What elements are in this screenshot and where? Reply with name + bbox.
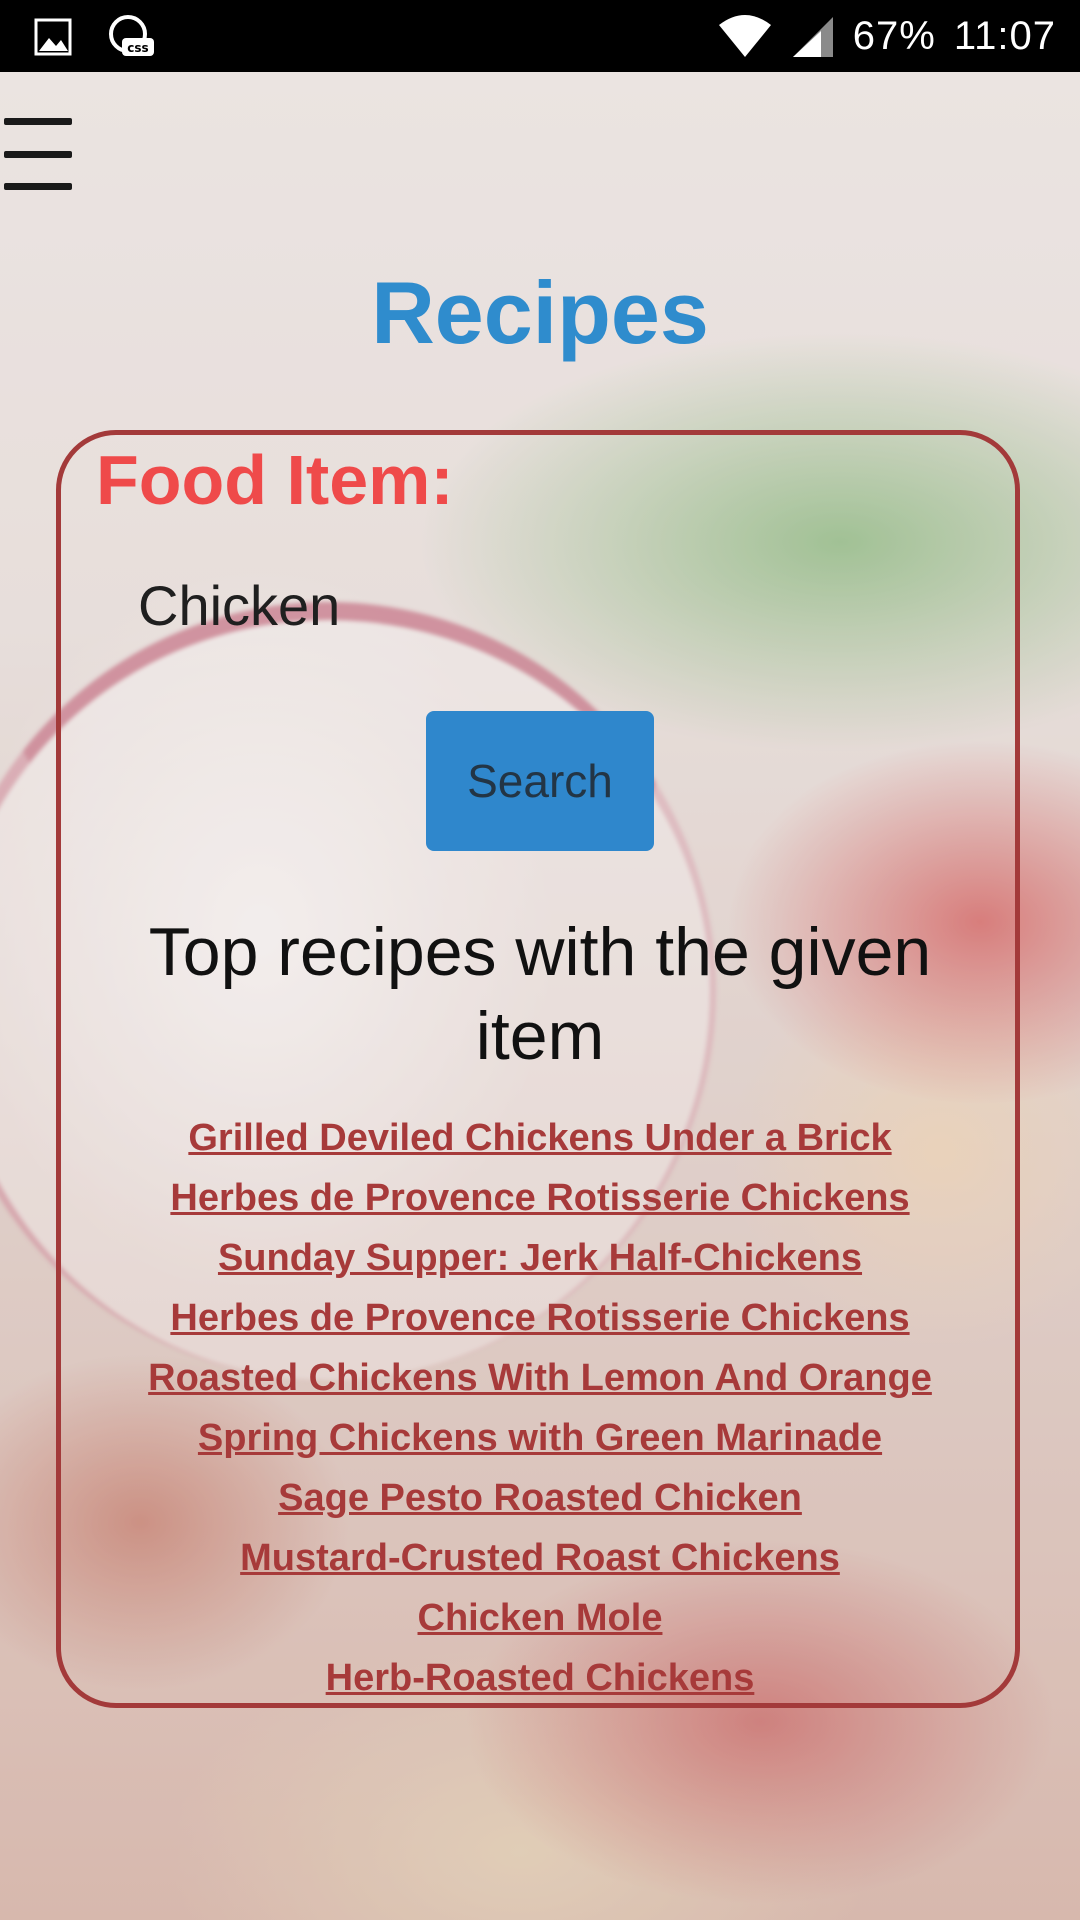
- list-item: Herbes de Provence Rotisserie Chickens: [60, 1288, 1020, 1348]
- recipe-link[interactable]: Roasted Chickens With Lemon And Orange: [148, 1357, 932, 1399]
- food-item-label: Food Item:: [96, 441, 454, 519]
- wifi-icon: [718, 15, 771, 57]
- list-item: Sage Pesto Roasted Chicken: [60, 1468, 1020, 1528]
- recipe-link[interactable]: Herbes de Provence Rotisserie Chickens: [170, 1177, 909, 1219]
- recipe-list: Grilled Deviled Chickens Under a Brick H…: [60, 1108, 1020, 1708]
- recipe-link[interactable]: Herbes de Provence Rotisserie Chickens: [170, 1297, 909, 1339]
- list-item: Grilled Deviled Chickens Under a Brick: [60, 1108, 1020, 1168]
- recipe-link[interactable]: Chicken Mole: [418, 1597, 663, 1639]
- list-item: Sunday Supper: Jerk Half-Chickens: [60, 1228, 1020, 1288]
- list-item: Herb-Roasted Chickens: [60, 1648, 1020, 1708]
- list-item: Herbes de Provence Rotisserie Chickens: [60, 1168, 1020, 1228]
- results-heading: Top recipes with the given item: [148, 914, 932, 1074]
- recipe-link[interactable]: Spring Chickens with Green Marinade: [198, 1417, 882, 1459]
- svg-text:css: css: [127, 41, 148, 55]
- recipe-link[interactable]: Sage Pesto Roasted Chicken: [278, 1477, 802, 1519]
- recipe-link[interactable]: Grilled Deviled Chickens Under a Brick: [188, 1117, 891, 1159]
- clock: 11:07: [953, 13, 1056, 58]
- page-title: Recipes: [371, 263, 709, 362]
- image-icon: [34, 18, 72, 56]
- list-item: Chicken Mole: [60, 1588, 1020, 1648]
- recipe-link[interactable]: Sunday Supper: Jerk Half-Chickens: [218, 1237, 862, 1279]
- status-bar: css 67% 11:07: [0, 0, 1080, 72]
- signal-icon: [792, 17, 833, 57]
- recipe-link[interactable]: Mustard-Crusted Roast Chickens: [240, 1537, 840, 1579]
- search-button[interactable]: Search: [426, 711, 654, 851]
- food-item-input[interactable]: [118, 560, 1018, 650]
- list-item: Mustard-Crusted Roast Chickens: [60, 1528, 1020, 1588]
- hamburger-menu-icon[interactable]: [4, 118, 72, 190]
- recipe-link[interactable]: Herb-Roasted Chickens: [326, 1657, 755, 1699]
- css-app-icon: css: [109, 15, 154, 56]
- battery-percent: 67%: [852, 13, 936, 58]
- list-item: Spring Chickens with Green Marinade: [60, 1408, 1020, 1468]
- list-item: Roasted Chickens With Lemon And Orange: [60, 1348, 1020, 1408]
